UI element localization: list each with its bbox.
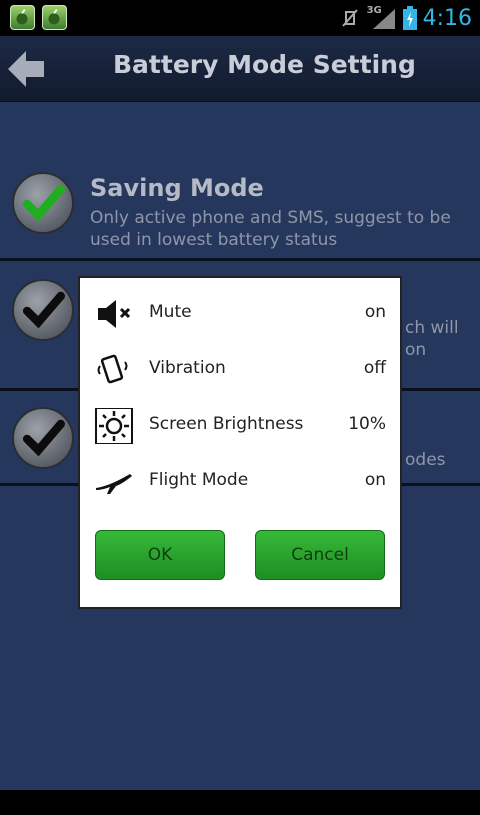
navigation-bar [0,790,480,815]
setting-value: on [364,302,386,322]
mode-item-saving[interactable]: Saving Mode Only active phone and SMS, s… [0,160,480,258]
status-icons: 3G 4:16 [339,2,472,34]
status-bar: 3G 4:16 [0,0,480,36]
vibration-icon [94,352,134,388]
setting-value: on [364,470,386,490]
setting-label: Screen Brightness [149,414,304,434]
cancel-button[interactable]: Cancel [255,530,385,580]
back-arrow-icon [8,51,44,87]
ok-button[interactable]: OK [95,530,225,580]
check-circle-icon [12,172,74,234]
setting-row-mute: Mute on [80,294,400,334]
battery-mode-dialog: Mute on Vibration off Screen Brightness … [78,276,402,609]
mute-icon [94,296,134,332]
clock: 4:16 [422,5,472,31]
setting-row-vibration: Vibration off [80,350,400,390]
check-circle-icon [12,279,74,341]
setting-label: Flight Mode [149,470,249,490]
vibrate-silent-icon [341,9,358,27]
app-notification-icon [42,5,67,30]
mode-description: Only active phone and SMS, suggest to be… [90,208,451,250]
brightness-icon [94,407,134,445]
app-notification-icon [10,5,35,30]
mode-description: odes [405,450,446,470]
page-title: Battery Mode Setting [113,50,416,79]
mode-description: ch will on [405,318,459,360]
setting-value: 10% [348,414,386,434]
airplane-icon [94,464,134,500]
setting-label: Mute [149,302,192,322]
title-bar: Battery Mode Setting [0,36,480,102]
signal-icon: 3G [367,5,397,31]
setting-label: Vibration [149,358,226,378]
check-circle-icon [12,407,74,469]
battery-charging-icon [402,6,417,30]
back-button[interactable] [6,46,52,92]
setting-row-flight: Flight Mode on [80,462,400,502]
mode-title: Saving Mode [90,174,264,202]
setting-value: off [363,358,386,378]
setting-row-brightness: Screen Brightness 10% [80,406,400,446]
